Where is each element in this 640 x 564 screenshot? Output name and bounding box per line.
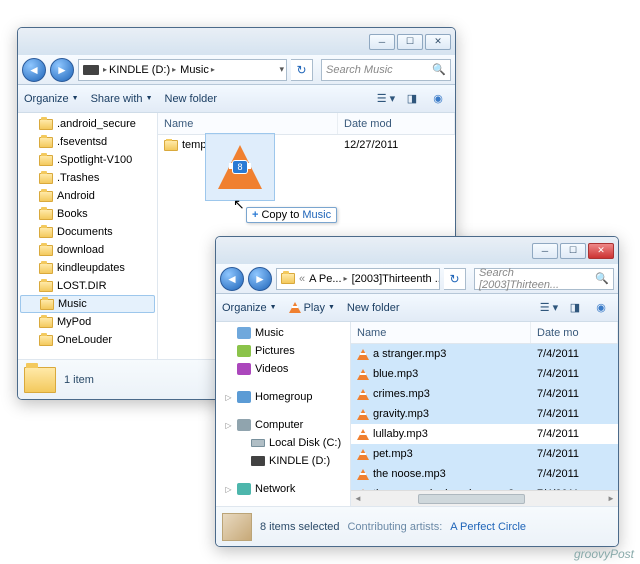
new-folder-button[interactable]: New folder [347,302,400,314]
tree-folder[interactable]: .Spotlight-V100 [18,151,157,169]
column-headers[interactable]: Name Date mod [158,113,455,135]
tree-folder[interactable]: Android [18,187,157,205]
view-button[interactable]: ☰ ▾ [538,298,560,318]
col-name: Name [158,113,338,134]
toolbar: Organize▼ Play▼ New folder ☰ ▾ ◨ ◉ [216,294,618,322]
titlebar[interactable]: ─ ☐ ✕ [216,237,618,264]
status-text: 1 item [64,374,94,386]
list-item[interactable]: the noose.mp37/4/2011 [351,464,618,484]
list-item[interactable]: gravity.mp37/4/2011 [351,404,618,424]
vlc-cone-icon [289,302,301,313]
toolbar: Organize▼ Share with▼ New folder ☰ ▾ ◨ ◉ [18,85,455,113]
drive-icon [83,65,99,75]
list-item[interactable]: blue.mp37/4/2011 [351,364,618,384]
folder-icon [281,273,295,284]
play-button[interactable]: Play▼ [289,302,335,314]
minimize-button[interactable]: ─ [369,34,395,50]
tree-folder[interactable]: .Trashes [18,169,157,187]
nav-forward-button[interactable]: ► [50,58,74,82]
tree-folder[interactable]: Music [20,295,155,313]
col-name: Name [351,322,531,343]
nav-tree[interactable]: Music Pictures Videos ▷Homegroup ▷Comput… [216,322,351,506]
tree-folder[interactable]: kindleupdates [18,259,157,277]
minimize-button[interactable]: ─ [532,243,558,259]
new-folder-button[interactable]: New folder [165,93,218,105]
status-artist: A Perfect Circle [450,521,526,533]
tree-folder[interactable]: MyPod [18,313,157,331]
list-item[interactable]: pet.mp37/4/2011 [351,444,618,464]
tree-computer[interactable]: ▷Computer [216,416,350,434]
search-input[interactable]: Search Music 🔍 [321,59,451,81]
list-item[interactable]: the nurse who loved me.mp37/4/2011 [351,484,618,490]
tree-folder[interactable]: .android_secure [18,115,157,133]
dropdown-icon[interactable]: ▾ [279,64,284,75]
plus-icon: + [252,209,258,221]
col-date: Date mo [531,322,618,343]
search-input[interactable]: Search [2003]Thirteen... 🔍 [474,268,614,290]
tree-folder[interactable]: LOST.DIR [18,277,157,295]
breadcrumb: « [297,273,307,285]
tree-library-music[interactable]: Music [216,324,350,342]
drop-hint: + Copy to Music [246,207,337,223]
folder-icon [24,367,56,393]
search-icon: 🔍 [595,272,609,285]
tree-homegroup[interactable]: ▷Homegroup [216,388,350,406]
tree-library-videos[interactable]: Videos [216,360,350,378]
preview-pane-button[interactable]: ◨ [564,298,586,318]
refresh-button[interactable]: ↻ [291,59,313,81]
tree-folder[interactable]: OneLouder [18,331,157,349]
status-count: 8 items selected [260,521,339,533]
column-headers[interactable]: Name Date mo [351,322,618,344]
watermark: groovyPost [574,547,634,561]
close-button[interactable]: ✕ [425,34,451,50]
tree-drive-kindle[interactable]: KINDLE (D:) [216,452,350,470]
folder-tree[interactable]: .android_secure.fseventsd.Spotlight-V100… [18,113,158,359]
refresh-button[interactable]: ↻ [444,268,466,290]
album-art-icon [222,513,252,541]
preview-pane-button[interactable]: ◨ [401,89,423,109]
navbar: ◄ ► ▸KINDLE (D:)▸ Music▸ ▾ ↻ Search Musi… [18,55,455,85]
breadcrumb: [2003]Thirteenth ...▸ [350,273,440,285]
tree-folder[interactable]: .fseventsd [18,133,157,151]
nav-back-button[interactable]: ◄ [22,58,46,82]
address-bar[interactable]: « A Pe...▸ [2003]Thirteenth ...▸ ▾ [276,268,440,290]
list-item[interactable]: lullaby.mp37/4/2011 [351,424,618,444]
navbar: ◄ ► « A Pe...▸ [2003]Thirteenth ...▸ ▾ ↻… [216,264,618,294]
breadcrumb: Music▸ [178,64,217,76]
horizontal-scrollbar[interactable]: ◄► [351,490,618,506]
maximize-button[interactable]: ☐ [397,34,423,50]
organize-menu[interactable]: Organize▼ [24,93,79,105]
explorer-window-front: ─ ☐ ✕ ◄ ► « A Pe...▸ [2003]Thirteenth ..… [215,236,619,547]
search-icon: 🔍 [432,63,446,76]
status-bar: 8 items selected Contributing artists: A… [216,506,618,546]
nav-back-button[interactable]: ◄ [220,267,244,291]
tree-library-pictures[interactable]: Pictures [216,342,350,360]
status-label: Contributing artists: [347,521,442,533]
breadcrumb: A Pe...▸ [307,273,349,285]
tree-drive-c[interactable]: Local Disk (C:) [216,434,350,452]
titlebar[interactable]: ─ ☐ ✕ [18,28,455,55]
list-item[interactable]: crimes.mp37/4/2011 [351,384,618,404]
address-bar[interactable]: ▸KINDLE (D:)▸ Music▸ ▾ [78,59,287,81]
close-button[interactable]: ✕ [588,243,614,259]
maximize-button[interactable]: ☐ [560,243,586,259]
tree-folder[interactable]: Books [18,205,157,223]
tree-network[interactable]: ▷Network [216,480,350,498]
share-menu[interactable]: Share with▼ [91,93,153,105]
organize-menu[interactable]: Organize▼ [222,302,277,314]
help-button[interactable]: ◉ [427,89,449,109]
help-button[interactable]: ◉ [590,298,612,318]
view-button[interactable]: ☰ ▾ [375,89,397,109]
list-item[interactable]: temp12/27/2011 [158,135,455,155]
breadcrumb: ▸KINDLE (D:)▸ [101,64,178,76]
list-item[interactable]: a stranger.mp37/4/2011 [351,344,618,364]
file-list: Name Date mo a stranger.mp37/4/2011blue.… [351,322,618,506]
nav-forward-button[interactable]: ► [248,267,272,291]
col-date: Date mod [338,113,455,134]
tree-folder[interactable]: download [18,241,157,259]
tree-folder[interactable]: Documents [18,223,157,241]
